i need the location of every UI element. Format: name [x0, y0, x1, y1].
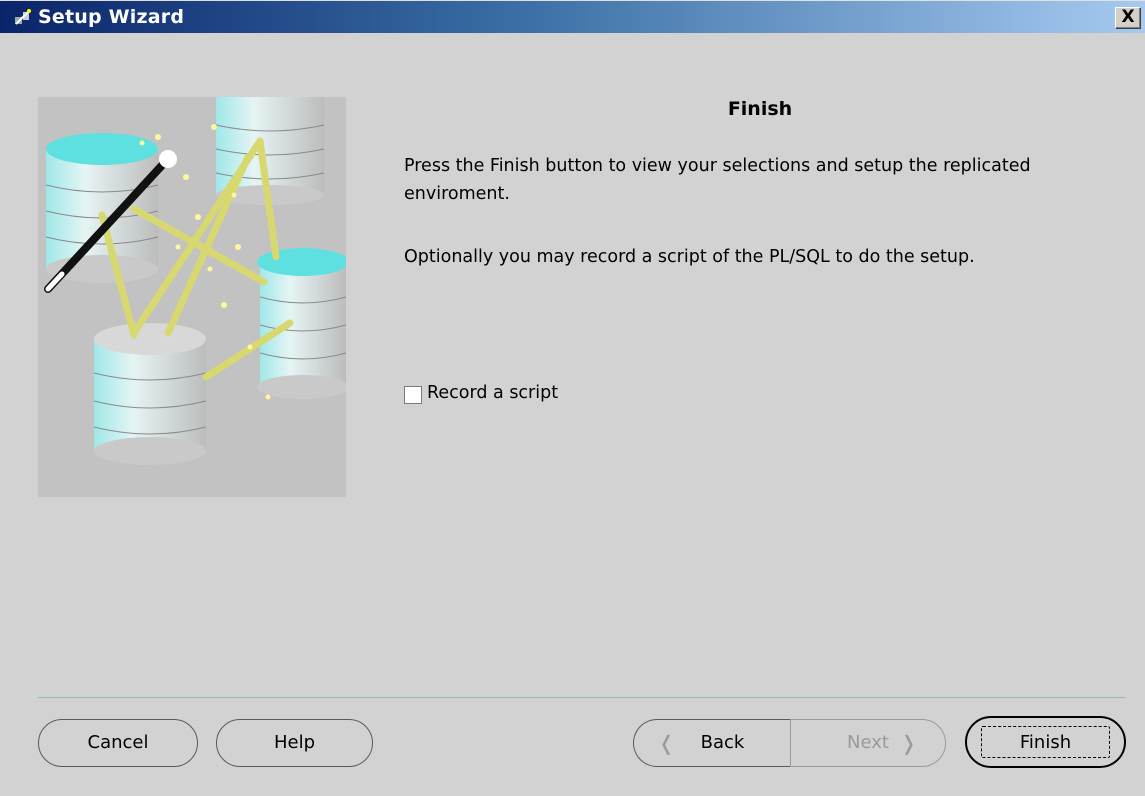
chevron-left-icon: ❬: [658, 731, 675, 755]
help-label: Help: [273, 732, 316, 753]
footer-divider: [38, 697, 1126, 698]
finish-label: Finish: [1019, 732, 1072, 753]
back-button[interactable]: ❬ Back: [633, 719, 791, 767]
cancel-button[interactable]: Cancel: [38, 719, 198, 767]
script-hint: Optionally you may record a script of th…: [404, 247, 975, 267]
close-icon: X: [1121, 7, 1135, 27]
help-button[interactable]: Help: [216, 719, 373, 767]
finish-button[interactable]: Finish: [965, 716, 1126, 768]
back-label: Back: [700, 732, 745, 753]
next-label: Next: [847, 732, 889, 753]
finish-instructions: Press the Finish button to view your sel…: [404, 156, 1031, 204]
next-button: Next ❭: [790, 719, 946, 767]
window-title: Setup Wizard: [38, 6, 185, 28]
page-title: Finish: [727, 98, 793, 120]
wizard-illustration: [38, 97, 346, 497]
title-bar[interactable]: Setup Wizard X: [0, 0, 1145, 33]
cancel-label: Cancel: [87, 732, 149, 753]
chevron-right-icon: ❭: [900, 731, 917, 755]
close-button[interactable]: X: [1115, 7, 1141, 29]
wizard-icon: [14, 8, 34, 26]
record-script-checkbox[interactable]: [404, 386, 422, 404]
record-script-label[interactable]: Record a script: [427, 383, 558, 403]
